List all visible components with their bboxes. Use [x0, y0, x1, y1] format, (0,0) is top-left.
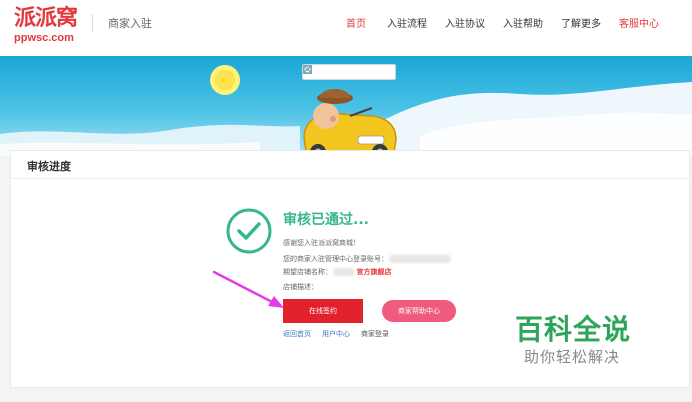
watermark-title: 百科全说 — [515, 313, 632, 346]
store-name-suffix: 官方旗舰店 — [356, 268, 392, 276]
store-name-row: 期望店铺名称： 官方旗舰店 — [283, 267, 391, 277]
store-desc-label: 店铺描述： — [283, 283, 318, 291]
header-subtitle: 商家入驻 — [108, 17, 152, 30]
card-header: 审核进度 — [11, 151, 689, 179]
store-name-label: 期望店铺名称： — [283, 268, 332, 276]
nav-process[interactable]: 入驻流程 — [387, 15, 427, 30]
account-label: 您的商家入驻管理中心登录账号： — [283, 255, 388, 263]
thanks-text: 感谢您入驻派派窝商城！ — [283, 239, 360, 247]
card-title: 审核进度 — [27, 160, 71, 173]
settings-icon[interactable] — [303, 65, 389, 78]
image-toolbar — [302, 64, 396, 80]
account-value-blurred — [390, 255, 451, 263]
merchant-login-link[interactable]: 商家登录 — [361, 329, 389, 339]
store-name-blurred — [334, 268, 355, 276]
back-home-link[interactable]: 返回首页 — [283, 329, 311, 339]
logo-domain: ppwsc.com — [14, 32, 74, 44]
merchant-help-button[interactable]: 商家帮助中心 — [382, 300, 456, 322]
nav-service[interactable]: 客服中心 — [619, 15, 659, 30]
nav-help[interactable]: 入驻帮助 — [503, 15, 543, 30]
export-icon[interactable] — [303, 65, 372, 78]
nav-more[interactable]: 了解更多 — [561, 15, 601, 30]
logo-text: 派派窝 — [14, 6, 78, 31]
user-center-link[interactable]: 用户中心 — [322, 329, 350, 339]
car-mascot-icon — [303, 89, 397, 156]
document-icon[interactable] — [303, 65, 354, 78]
status-title: 审核已通过... — [283, 212, 369, 228]
online-sign-button[interactable]: 在线签约 — [283, 299, 363, 323]
header-divider — [92, 14, 93, 32]
site-logo[interactable]: 派派窝 ppwsc.com — [14, 6, 84, 44]
check-circle-icon — [226, 208, 272, 254]
nav-home[interactable]: 首页 — [346, 15, 366, 30]
site-header: 派派窝 ppwsc.com 商家入驻 首页 入驻流程 入驻协议 入驻帮助 了解更… — [0, 0, 692, 56]
hero-banner — [0, 56, 692, 156]
nav-agreement[interactable]: 入驻协议 — [445, 15, 485, 30]
watermark-subtitle: 助你轻松解决 — [524, 348, 621, 366]
account-row: 您的商家入驻管理中心登录账号： — [283, 254, 451, 264]
expand-icon[interactable] — [303, 65, 337, 78]
